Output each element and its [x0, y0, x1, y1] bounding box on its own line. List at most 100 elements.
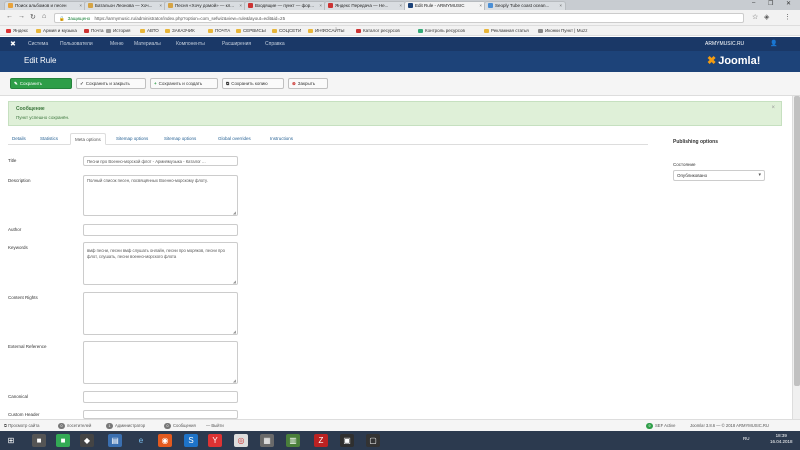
browser-tab[interactable]: Песня «Хочу домой» — кл... ×	[164, 1, 246, 10]
site-link[interactable]: ARMYMUSIC.RU	[705, 41, 744, 47]
star-icon[interactable]: ☆	[752, 13, 758, 21]
close-tab-icon[interactable]: ×	[79, 3, 82, 8]
tab-global-overrides[interactable]: Global overrides	[214, 133, 255, 145]
forward-icon[interactable]: →	[18, 13, 25, 20]
windows-start-icon[interactable]: ⊞	[4, 434, 18, 447]
content-rights-textarea[interactable]: ◢	[83, 292, 238, 335]
explorer-icon[interactable]: ▤	[108, 434, 122, 447]
clock[interactable]: 18:39 16.04.2018	[770, 433, 793, 446]
messages-status[interactable]: 0 Сообщения	[164, 423, 196, 429]
status-select[interactable]: Опубликовано ▾	[673, 170, 765, 181]
close-icon[interactable]: ×	[771, 105, 775, 111]
bookmark-item[interactable]: Армия и музыка	[36, 28, 77, 33]
page-scrollbar[interactable]	[792, 96, 800, 419]
close-tab-icon[interactable]: ×	[319, 3, 322, 8]
menu-icon[interactable]: ⋮	[784, 13, 791, 21]
app-icon[interactable]: ▢	[366, 434, 380, 447]
maximize-icon[interactable]: ❐	[768, 0, 773, 7]
close-tab-icon[interactable]: ×	[159, 3, 162, 8]
custom-header-input[interactable]	[83, 410, 238, 419]
menu-menus[interactable]: Меню	[110, 41, 124, 47]
tab-sitemap-options-2[interactable]: Sitemap options	[160, 133, 200, 145]
bookmark-folder[interactable]: СОЦСЕТИ	[272, 28, 301, 33]
browser-tab[interactable]: Seoply Tube coast ocean... ×	[484, 1, 566, 10]
menu-extensions[interactable]: Расширения	[222, 41, 251, 47]
skype-icon[interactable]: S	[184, 434, 198, 447]
home-icon[interactable]: ⌂	[42, 13, 46, 20]
menu-content[interactable]: Материалы	[134, 41, 161, 47]
resize-handle-icon[interactable]: ◢	[233, 279, 236, 284]
bookmark-item[interactable]: Почта	[84, 28, 104, 33]
close-tab-icon[interactable]: ×	[559, 3, 562, 8]
yandex-icon[interactable]: Y	[208, 434, 222, 447]
extension-icon[interactable]: ◈	[764, 13, 769, 21]
canonical-input[interactable]	[83, 391, 238, 403]
browser-tab-active[interactable]: Edit Rule - ARMYMUSIC ×	[404, 1, 486, 10]
filezilla-icon[interactable]: Z	[314, 434, 328, 447]
bookmark-item[interactable]: История	[106, 28, 130, 33]
app-icon[interactable]: ▦	[260, 434, 274, 447]
tab-details[interactable]: Details	[8, 133, 30, 145]
back-icon[interactable]: ←	[6, 13, 13, 20]
tab-statistics[interactable]: Statistics	[36, 133, 62, 145]
firefox-icon[interactable]: ◉	[158, 434, 172, 447]
close-button[interactable]: ⊗ Закрыть	[288, 78, 328, 89]
bookmark-folder[interactable]: ЗАКАЗЧИК	[165, 28, 195, 33]
close-tab-icon[interactable]: ×	[239, 3, 242, 8]
browser-tab[interactable]: Поиск альбомов и песен ×	[4, 1, 86, 10]
view-site-link[interactable]: ⧉ Просмотр сайта	[4, 423, 39, 428]
language-indicator[interactable]: RU	[743, 436, 750, 441]
close-tab-icon[interactable]: ×	[399, 3, 402, 8]
save-new-button[interactable]: + Сохранить и создать	[150, 78, 218, 89]
tab-meta-options[interactable]: Meta options	[70, 133, 106, 145]
browser-tab[interactable]: Входящие — пункт — фор... ×	[244, 1, 326, 10]
bookmark-folder[interactable]: АВТО	[140, 28, 159, 33]
scrollbar-thumb[interactable]	[794, 96, 800, 386]
bookmark-item[interactable]: Каталог ресурсов	[356, 28, 400, 33]
menu-system[interactable]: Система	[28, 41, 48, 47]
resize-handle-icon[interactable]: ◢	[233, 210, 236, 215]
save-copy-button[interactable]: ⧉ Сохранить копию	[222, 78, 284, 89]
browser-tab[interactable]: Яндекс Передача — Не... ×	[324, 1, 406, 10]
resize-handle-icon[interactable]: ◢	[233, 329, 236, 334]
minimize-icon[interactable]: –	[752, 0, 755, 6]
menu-components[interactable]: Компоненты	[176, 41, 205, 47]
bookmark-item[interactable]: Рекламная статья	[484, 28, 529, 33]
user-icon[interactable]: 👤	[770, 40, 777, 47]
ie-icon[interactable]: e	[134, 434, 148, 447]
resize-handle-icon[interactable]: ◢	[233, 378, 236, 383]
tab-instructions[interactable]: Instructions	[266, 133, 297, 145]
menu-help[interactable]: Справка	[265, 41, 285, 47]
address-bar[interactable]: 🔒 Защищено https://armymusic.ru/administr…	[54, 13, 744, 23]
sefwiz-status[interactable]: 9 SEF Active	[646, 423, 675, 429]
external-reference-textarea[interactable]: ◢	[83, 341, 238, 384]
close-tab-icon[interactable]: ×	[479, 3, 482, 8]
bookmark-item[interactable]: Яндекс	[6, 28, 28, 33]
reload-icon[interactable]: ↻	[30, 13, 36, 21]
logout-link[interactable]: — Выйти	[206, 423, 224, 428]
app-icon[interactable]: ◆	[80, 434, 94, 447]
terminal-icon[interactable]: ▣	[340, 434, 354, 447]
bookmark-folder[interactable]: ПОЧТА	[208, 28, 230, 33]
bookmark-item[interactable]: Контроль ресурсов	[418, 28, 465, 33]
bookmark-folder[interactable]: СЕРВИСЫ	[236, 28, 266, 33]
app-icon[interactable]: ■	[32, 434, 46, 447]
save-close-button[interactable]: ✓ Сохранить и закрыть	[76, 78, 146, 89]
keywords-textarea[interactable]: вмф песни, песни вмф слушать онлайн, пес…	[83, 242, 238, 285]
app-icon[interactable]: ■	[56, 434, 70, 447]
app-icon[interactable]: ▥	[286, 434, 300, 447]
author-input[interactable]	[83, 224, 238, 236]
menu-users[interactable]: Пользователи	[60, 41, 93, 47]
save-button[interactable]: ✎ Сохранить	[10, 78, 72, 89]
secure-label: Защищено	[67, 16, 91, 21]
description-textarea[interactable]: Полный список песен, посвящённых Военно-…	[83, 175, 238, 216]
messages-count-badge: 0	[164, 423, 171, 429]
close-window-icon[interactable]: ✕	[786, 0, 791, 7]
title-input[interactable]: Песни про Военно-морской флот - Армиямуз…	[83, 156, 238, 166]
browser-tab[interactable]: Батальон Леонова — Хоч... ×	[84, 1, 166, 10]
bookmark-folder[interactable]: ИНФОСАЙТЫ	[308, 28, 345, 33]
bookmark-item[interactable]: Иконки Пункт | Muzz	[538, 28, 587, 33]
tab-sitemap-options[interactable]: Sitemap options	[112, 133, 152, 145]
chrome-icon[interactable]: ◎	[234, 434, 248, 447]
joomla-icon[interactable]: ✖	[10, 40, 16, 48]
